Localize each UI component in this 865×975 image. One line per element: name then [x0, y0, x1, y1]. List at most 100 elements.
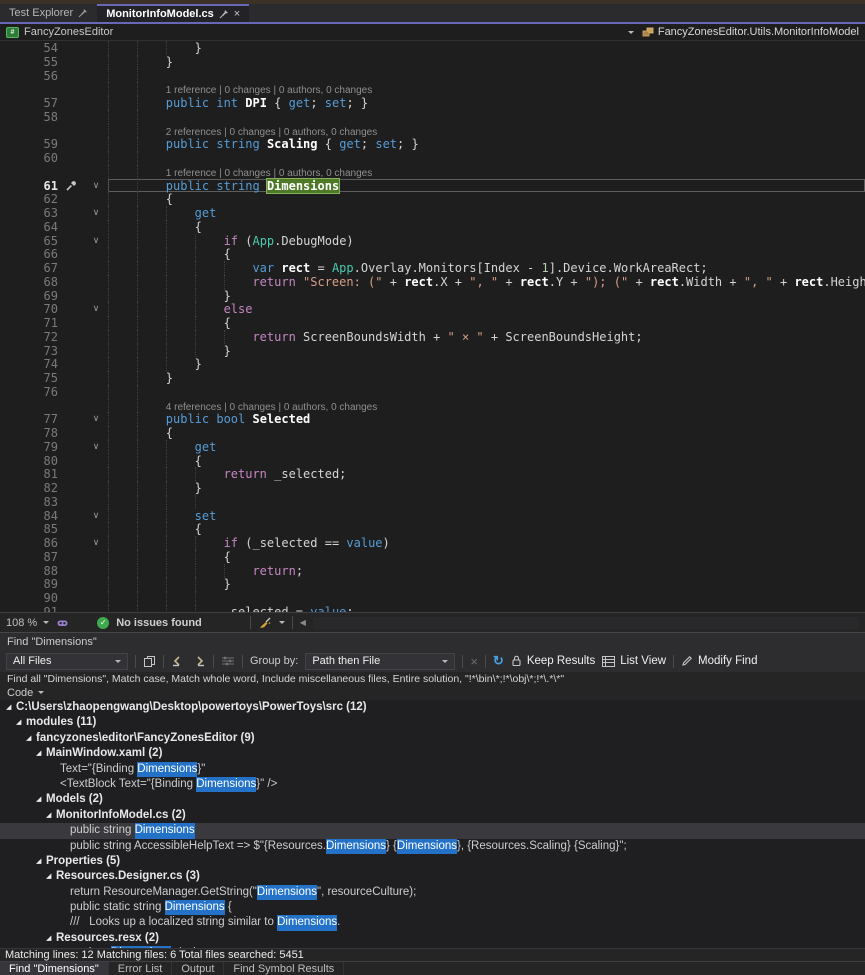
code-cleanup-icon[interactable] [258, 617, 272, 629]
code-row[interactable]: 91_selected = value; [0, 605, 865, 612]
tree-node[interactable]: ◢MonitorInfoModel.cs (2) [0, 808, 865, 823]
screwdriver-icon[interactable] [58, 179, 84, 193]
result-row[interactable]: /// Looks up a localized string similar … [0, 915, 865, 930]
next-location-icon[interactable] [192, 655, 206, 667]
code-row[interactable]: 56 [0, 69, 865, 83]
code-editor[interactable]: 54}55}56 1 reference | 0 changes | 0 auth… [0, 41, 865, 612]
code-row[interactable]: 66{ [0, 247, 865, 261]
code-row[interactable]: 71{ [0, 316, 865, 330]
fold-chevron-icon[interactable]: ∨ [84, 179, 108, 193]
code-row[interactable]: 70∨else [0, 302, 865, 316]
close-icon[interactable]: × [234, 8, 240, 20]
tab-monitorinfomodel[interactable]: MonitorInfoModel.cs × [97, 4, 249, 22]
code-row[interactable]: 65∨if (App.DebugMode) [0, 234, 865, 248]
result-filter-dropdown[interactable]: Code [0, 685, 865, 700]
tree-node[interactable]: ◢C:\Users\zhaopengwang\Desktop\powertoys… [0, 700, 865, 715]
code-row[interactable]: 81return _selected; [0, 467, 865, 481]
chevron-down-icon[interactable] [279, 621, 285, 627]
pin-icon[interactable] [78, 8, 88, 18]
tree-node[interactable]: ◢Properties (5) [0, 854, 865, 869]
code-row[interactable]: 77∨public bool Selected [0, 412, 865, 426]
expander-icon[interactable]: ◢ [46, 931, 56, 946]
codelens-row[interactable]: 2 references | 0 changes | 0 authors, 0 … [0, 124, 865, 138]
code-row[interactable]: 69} [0, 289, 865, 303]
result-row[interactable]: return ResourceManager.GetString("Dimens… [0, 885, 865, 900]
keep-results-button[interactable]: Keep Results [511, 655, 595, 667]
result-row[interactable]: public string Dimensions [0, 823, 865, 838]
code-row[interactable]: 78{ [0, 426, 865, 440]
codelens-text[interactable]: 4 references | 0 changes | 0 authors, 0 … [166, 402, 377, 413]
code-row[interactable]: 88return; [0, 564, 865, 578]
code-row[interactable]: 62{ [0, 192, 865, 206]
code-row[interactable]: 63∨get [0, 206, 865, 220]
result-row[interactable]: public string AccessibleHelpText => $"{R… [0, 839, 865, 854]
code-row[interactable]: 82} [0, 481, 865, 495]
code-row[interactable]: 80{ [0, 454, 865, 468]
panel-tab-0[interactable]: Find "Dimensions" [0, 962, 109, 975]
code-row[interactable]: 57public int DPI { get; set; } [0, 96, 865, 110]
code-row[interactable]: 87{ [0, 550, 865, 564]
code-row[interactable]: 67var rect = App.Overlay.Monitors[Index … [0, 261, 865, 275]
result-row[interactable]: <TextBlock Text="{Binding Dimensions}" /… [0, 777, 865, 792]
code-row[interactable]: 72return ScreenBoundsWidth + " × " + Scr… [0, 330, 865, 344]
expander-icon[interactable]: ◢ [16, 715, 26, 730]
settings-icon[interactable] [221, 655, 235, 667]
pin-icon[interactable] [219, 9, 229, 19]
code-row[interactable]: 73} [0, 344, 865, 358]
expander-icon[interactable]: ◢ [6, 700, 16, 715]
expander-icon[interactable]: ◢ [36, 746, 46, 761]
scope-dropdown[interactable]: All Files [6, 653, 128, 670]
panel-tab-2[interactable]: Output [172, 962, 224, 975]
issues-status[interactable]: No issues found [116, 617, 202, 629]
fold-chevron-icon[interactable]: ∨ [84, 302, 108, 316]
panel-tab-3[interactable]: Find Symbol Results [224, 962, 344, 975]
code-row[interactable]: 74} [0, 357, 865, 371]
fold-chevron-icon[interactable]: ∨ [84, 412, 108, 426]
code-row[interactable]: 76 [0, 385, 865, 399]
code-row[interactable]: 85{ [0, 522, 865, 536]
tree-node[interactable]: ◢MainWindow.xaml (2) [0, 746, 865, 761]
result-row[interactable]: Text="{Binding Dimensions}" [0, 762, 865, 777]
fold-chevron-icon[interactable]: ∨ [84, 206, 108, 220]
result-row[interactable]: public static string Dimensions { [0, 900, 865, 915]
previous-location-icon[interactable] [171, 655, 185, 667]
code-row[interactable]: 60 [0, 151, 865, 165]
expander-icon[interactable]: ◢ [36, 854, 46, 869]
chevron-down-icon[interactable] [628, 31, 634, 37]
code-row[interactable]: 75} [0, 371, 865, 385]
code-row[interactable]: 58 [0, 110, 865, 124]
codelens-text[interactable]: 1 reference | 0 changes | 0 authors, 0 c… [166, 168, 372, 179]
expander-icon[interactable]: ◢ [46, 808, 56, 823]
copilot-icon[interactable] [56, 617, 69, 629]
expander-icon[interactable]: ◢ [36, 792, 46, 807]
refresh-icon[interactable]: ↻ [493, 653, 504, 669]
code-row[interactable]: 90 [0, 591, 865, 605]
code-row[interactable]: 54} [0, 41, 865, 55]
code-row[interactable]: 68return "Screen: (" + rect.X + ", " + r… [0, 275, 865, 289]
codelens-row[interactable]: 1 reference | 0 changes | 0 authors, 0 c… [0, 82, 865, 96]
horizontal-scrollbar[interactable] [313, 617, 859, 629]
tab-test-explorer[interactable]: Test Explorer [0, 4, 97, 22]
tree-node[interactable]: ◢modules (11) [0, 715, 865, 730]
code-row[interactable]: 84∨set [0, 509, 865, 523]
code-row[interactable]: 59public string Scaling { get; set; } [0, 137, 865, 151]
code-row[interactable]: 86∨if (_selected == value) [0, 536, 865, 550]
modify-find-button[interactable]: Modify Find [681, 655, 757, 667]
code-row[interactable]: 83 [0, 495, 865, 509]
fold-chevron-icon[interactable]: ∨ [84, 536, 108, 550]
code-row[interactable]: 61∨public string Dimensions [0, 179, 865, 193]
tree-node[interactable]: ◢Resources.resx (2) [0, 931, 865, 946]
zoom-control[interactable]: 108 % [6, 617, 49, 629]
panel-tab-1[interactable]: Error List [109, 962, 173, 975]
code-row[interactable]: 55} [0, 55, 865, 69]
codelens-text[interactable]: 2 references | 0 changes | 0 authors, 0 … [166, 127, 377, 138]
tree-node[interactable]: ◢Models (2) [0, 792, 865, 807]
expander-icon[interactable]: ◢ [26, 731, 36, 746]
fold-chevron-icon[interactable]: ∨ [84, 440, 108, 454]
code-row[interactable]: 89} [0, 577, 865, 591]
tree-node[interactable]: ◢fancyzones\editor\FancyZonesEditor (9) [0, 731, 865, 746]
copy-icon[interactable] [143, 655, 156, 668]
codelens-text[interactable]: 1 reference | 0 changes | 0 authors, 0 c… [166, 85, 372, 96]
code-row[interactable]: 64{ [0, 220, 865, 234]
project-dropdown[interactable]: FancyZonesEditor [24, 26, 113, 38]
